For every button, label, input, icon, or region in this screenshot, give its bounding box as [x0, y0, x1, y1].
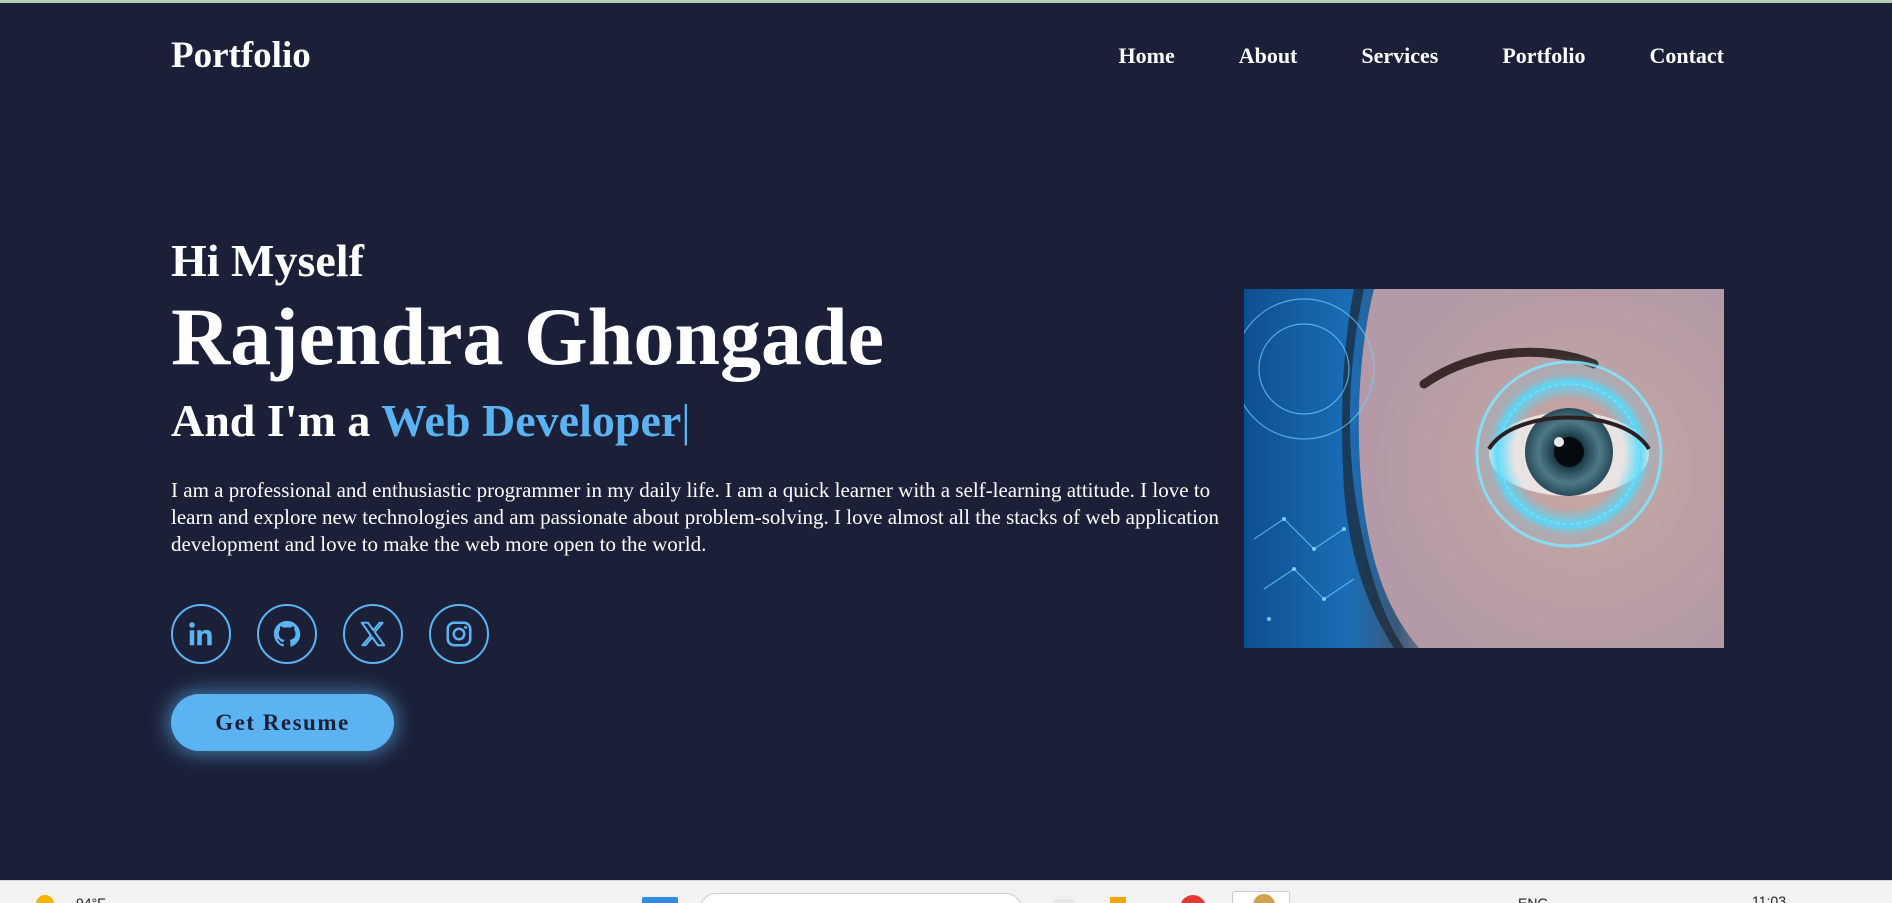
eye-scan-image: [1244, 289, 1724, 648]
nav-contact[interactable]: Contact: [1649, 31, 1724, 81]
linkedin-icon: [189, 622, 212, 646]
role-prefix: And I'm a: [171, 395, 382, 446]
nav-portfolio[interactable]: Portfolio: [1502, 31, 1585, 81]
site-header: Portfolio Home About Services Portfolio …: [171, 31, 1724, 81]
github-link[interactable]: [257, 604, 317, 664]
nav-about[interactable]: About: [1239, 31, 1298, 81]
hero-intro: Hi Myself Rajendra Ghongade And I'm a We…: [171, 233, 1231, 751]
role-accent: Web Developer: [381, 395, 682, 446]
hero-name: Rajendra Ghongade: [171, 291, 885, 382]
windows-start-icon[interactable]: [642, 897, 678, 903]
hero-role: And I'm a Web Developer|: [171, 391, 1231, 451]
taskbar-app-icon[interactable]: [1054, 899, 1074, 903]
typing-caret: |: [681, 395, 691, 446]
instagram-link[interactable]: [429, 604, 489, 664]
active-window-thumbnail[interactable]: [1232, 891, 1290, 903]
portfolio-page: Portfolio Home About Services Portfolio …: [0, 3, 1892, 880]
social-links: [171, 604, 1231, 664]
instagram-icon: [446, 621, 472, 647]
github-icon: [273, 620, 301, 647]
hero-bio: I am a professional and enthusiastic pro…: [171, 478, 1219, 556]
file-explorer-icon[interactable]: [1110, 897, 1126, 903]
os-taskbar: 94°F ENG 11:03: [0, 880, 1892, 903]
linkedin-link[interactable]: [171, 604, 231, 664]
nav-home[interactable]: Home: [1119, 31, 1175, 81]
hero-image: [1244, 289, 1724, 648]
x-twitter-icon: [360, 621, 386, 647]
nav-services[interactable]: Services: [1361, 31, 1438, 81]
hero-greeting: Hi Myself: [171, 235, 364, 286]
site-logo[interactable]: Portfolio: [171, 31, 311, 81]
main-nav: Home About Services Portfolio Contact: [1055, 31, 1725, 81]
x-twitter-link[interactable]: [343, 604, 403, 664]
get-resume-button[interactable]: Get Resume: [171, 694, 394, 751]
